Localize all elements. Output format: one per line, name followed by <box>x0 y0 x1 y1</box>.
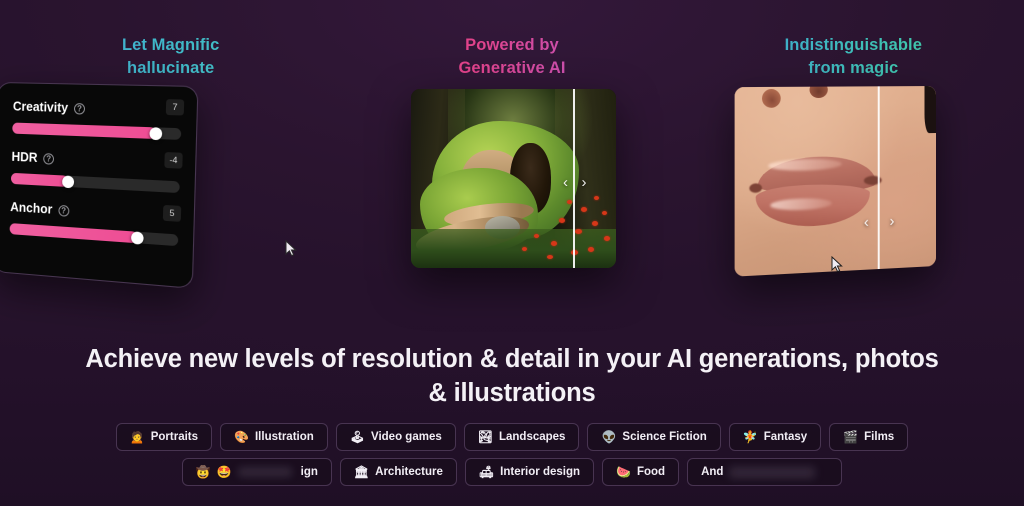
tag-interior-design[interactable]: 🛋 Interior design <box>464 458 595 486</box>
slider-fill <box>12 122 157 139</box>
comparison-divider-handle[interactable] <box>877 86 879 270</box>
slider-label-text: Creativity <box>12 99 69 116</box>
tag-label: Video games <box>371 431 442 443</box>
blurred-text-region <box>237 467 292 477</box>
help-icon[interactable]: ? <box>73 102 86 115</box>
tag-label: ign <box>300 466 318 478</box>
slider-track-anchor[interactable] <box>9 223 179 247</box>
help-icon[interactable]: ? <box>58 204 70 217</box>
tag-label: Food <box>636 466 666 478</box>
chevron-right-icon[interactable]: › <box>581 175 586 190</box>
slider-label-anchor: Anchor ? <box>10 200 179 225</box>
caption-line-2: from magic <box>808 59 899 77</box>
slider-value-hdr: -4 <box>164 152 183 169</box>
features-row: Let Magnific hallucinate Creativity ? 7 <box>0 0 1024 300</box>
feature-caption-2: Powered by Generative AI <box>341 34 682 80</box>
lips-image <box>734 86 936 277</box>
slider-label-text: HDR <box>11 149 38 166</box>
tag-portraits[interactable]: 🙍 Portraits <box>115 423 213 451</box>
tag-films[interactable]: 🎬 Films <box>829 423 909 451</box>
tag-landscapes[interactable]: 🏞 Landscapes <box>463 423 580 451</box>
lips-comparison-slider[interactable]: ‹ › <box>734 86 936 277</box>
tag-science-fiction[interactable]: 👽 Science Fiction <box>587 423 721 451</box>
slider-value-anchor: 5 <box>162 204 182 222</box>
tag-label: Architecture <box>375 466 443 478</box>
slider-value-creativity: 7 <box>165 99 185 116</box>
caption-line-2: hallucinate <box>127 59 215 77</box>
slider-row-creativity: Creativity ? 7 <box>12 99 185 140</box>
tag-illustration[interactable]: 🎨 Illustration <box>220 423 328 451</box>
chevron-left-icon[interactable]: ‹ <box>563 175 568 190</box>
category-tags: 🙍 Portraits 🎨 Illustration 🕹 Video games… <box>0 423 1024 493</box>
forest-comparison-slider[interactable]: ‹ › <box>411 89 617 268</box>
settings-card: Creativity ? 7 HDR ? -4 Anchor ? 5 <box>0 81 199 289</box>
slider-knob-creativity[interactable] <box>149 126 163 140</box>
tag-label: Fantasy <box>763 431 808 443</box>
slider-label-hdr: HDR ? <box>11 150 180 172</box>
slider-track-hdr[interactable] <box>10 172 180 194</box>
couch-emoji-icon: 🛋 <box>478 465 495 479</box>
clapper-emoji-icon: 🎬 <box>843 430 859 444</box>
tag-and-more[interactable]: And <box>687 458 843 486</box>
tag-label: Portraits <box>150 431 199 443</box>
joystick-emoji-icon: 🕹 <box>349 430 365 444</box>
tag-label: Landscapes <box>498 431 566 443</box>
slider-knob-anchor[interactable] <box>131 230 145 245</box>
caption-line-1: Powered by <box>465 36 559 54</box>
classical-building-emoji-icon: 🏛 <box>353 465 370 479</box>
palette-emoji-icon: 🎨 <box>234 430 249 444</box>
tag-label: Films <box>864 431 895 443</box>
feature-generative-ai: Powered by Generative AI ‹ › <box>341 0 682 300</box>
watermelon-emoji-icon: 🍉 <box>616 465 631 479</box>
feature-caption-1: Let Magnific hallucinate <box>0 34 341 80</box>
page-headline: Achieve new levels of resolution & detai… <box>85 345 939 407</box>
tag-label: And <box>701 466 724 478</box>
slider-fill <box>9 223 138 244</box>
tag-fantasy[interactable]: 🧚 Fantasy <box>728 423 822 451</box>
lips-comparison-wrapper: ‹ › <box>734 86 936 277</box>
chevron-right-icon[interactable]: › <box>889 213 894 230</box>
caption-line-1: Indistinguishable <box>784 36 922 54</box>
slider-label-text: Anchor <box>10 199 53 217</box>
slider-row-hdr: HDR ? -4 <box>10 150 183 194</box>
cowboy-emoji-icon: 🤠 <box>195 465 211 479</box>
tag-row-2: 🤠 🤩 ign 🏛 Architecture 🛋 Interior design… <box>0 458 1024 486</box>
feature-indistinguishable: Indistinguishable from magic ‹ › <box>683 0 1024 300</box>
feature-sliders: Let Magnific hallucinate Creativity ? 7 <box>0 0 341 300</box>
mage-emoji-icon: 🧚 <box>742 430 758 444</box>
tag-architecture[interactable]: 🏛 Architecture <box>339 458 457 486</box>
slider-knob-hdr[interactable] <box>61 174 75 188</box>
alien-emoji-icon: 👽 <box>601 430 617 444</box>
landscape-emoji-icon: 🏞 <box>477 430 493 444</box>
slider-row-anchor: Anchor ? 5 <box>9 200 182 247</box>
tag-food[interactable]: 🍉 Food <box>602 458 680 486</box>
blurred-text-region <box>729 466 816 478</box>
tag-video-games[interactable]: 🕹 Video games <box>335 423 456 451</box>
portraits-emoji-icon: 🙍 <box>129 430 145 444</box>
starstruck-emoji-icon: 🤩 <box>216 465 232 479</box>
forest-comparison-wrapper: ‹ › <box>411 89 617 268</box>
tag-label: Science Fiction <box>622 431 707 443</box>
mouse-cursor-icon <box>285 240 297 257</box>
tag-label: Interior design <box>500 466 581 478</box>
tag-label: Illustration <box>254 431 314 443</box>
slider-track-creativity[interactable] <box>12 122 182 140</box>
slider-label-creativity: Creativity ? <box>13 99 182 118</box>
tag-row-1: 🙍 Portraits 🎨 Illustration 🕹 Video games… <box>0 423 1024 451</box>
help-icon[interactable]: ? <box>43 152 55 165</box>
tag-design-blurred[interactable]: 🤠 🤩 ign <box>181 458 332 486</box>
slider-fill <box>10 172 69 187</box>
feature-caption-3: Indistinguishable from magic <box>683 34 1024 80</box>
caption-line-2: Generative AI <box>458 59 566 77</box>
caption-line-1: Let Magnific <box>121 36 220 54</box>
chevron-left-icon[interactable]: ‹ <box>864 214 869 232</box>
comparison-divider-handle[interactable] <box>573 89 575 268</box>
slider-card-wrapper: Creativity ? 7 HDR ? -4 Anchor ? 5 <box>0 81 210 289</box>
